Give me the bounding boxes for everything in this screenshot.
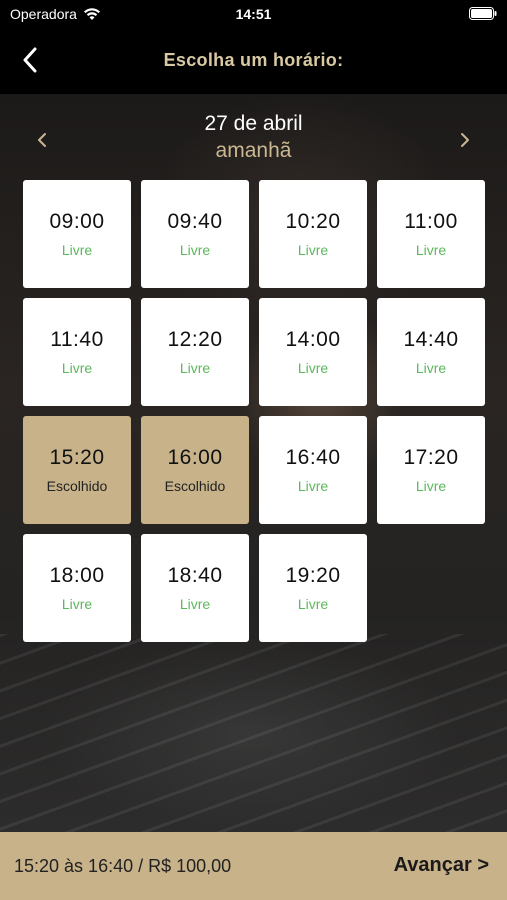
slot-time: 10:20 (285, 210, 341, 233)
slot-time: 09:40 (167, 210, 223, 233)
slot-status: Escolhido (46, 478, 108, 494)
date-label: 27 de abril (204, 112, 303, 135)
navigation-bar: Escolha um horário: (0, 28, 507, 94)
time-slot[interactable]: 16:00 Escolhido (141, 416, 249, 524)
slot-time: 19:20 (285, 564, 341, 587)
status-bar: Operadora 14:51 (0, 0, 507, 28)
slot-status: Livre (61, 596, 93, 612)
slot-time: 11:40 (50, 328, 104, 351)
booking-summary: 15:20 às 16:40 / R$ 100,00 (14, 856, 232, 876)
slot-time: 16:00 (167, 446, 223, 469)
time-slot[interactable]: 18:40 Livre (141, 534, 249, 642)
date-selector: 27 de abril amanhã (0, 112, 507, 168)
date-relative-label: amanhã (215, 139, 292, 162)
booking-summary-bar: 15:20 às 16:40 / R$ 100,00 Avançar > (0, 832, 507, 900)
time-slot[interactable]: 09:00 Livre (23, 180, 131, 288)
time-slot[interactable]: 14:40 Livre (377, 298, 485, 406)
time-slot[interactable]: 18:00 Livre (23, 534, 131, 642)
time-slot[interactable]: 19:20 Livre (259, 534, 367, 642)
battery-icon (469, 7, 497, 20)
slot-status: Livre (61, 360, 93, 376)
page-title: Escolha um horário: (163, 50, 344, 70)
time-slot[interactable]: 15:20 Escolhido (23, 416, 131, 524)
slot-status: Livre (415, 242, 447, 258)
time-slot[interactable]: 11:40 Livre (23, 298, 131, 406)
slot-status: Livre (415, 478, 447, 494)
slot-status: Livre (297, 596, 329, 612)
slot-status: Livre (297, 242, 329, 258)
slot-status: Livre (179, 242, 211, 258)
slot-status: Livre (415, 360, 447, 376)
time-slot[interactable]: 12:20 Livre (141, 298, 249, 406)
chevron-right-icon (461, 133, 469, 147)
shirt-stripes (0, 634, 507, 832)
slot-time: 14:40 (403, 328, 459, 351)
slot-time: 18:00 (49, 564, 105, 587)
advance-button[interactable]: Avançar > (394, 854, 489, 877)
time-slot[interactable]: 17:20 Livre (377, 416, 485, 524)
slot-time: 15:20 (49, 446, 105, 469)
slot-time: 17:20 (403, 446, 459, 469)
time-slot[interactable]: 10:20 Livre (259, 180, 367, 288)
time-slot[interactable]: 09:40 Livre (141, 180, 249, 288)
slot-status: Livre (179, 596, 211, 612)
slot-time: 12:20 (167, 328, 223, 351)
time-slot[interactable]: 16:40 Livre (259, 416, 367, 524)
slot-time: 14:00 (285, 328, 341, 351)
slot-status: Livre (61, 242, 93, 258)
next-day-button[interactable] (453, 128, 477, 152)
slot-status: Livre (297, 360, 329, 376)
slot-time: 18:40 (167, 564, 223, 587)
slot-time: 16:40 (285, 446, 341, 469)
time-slot-grid: 09:00 Livre 09:40 Livre 10:20 Livre 11:00 Livre… (23, 180, 485, 642)
slot-status: Livre (179, 360, 211, 376)
slot-status: Escolhido (164, 478, 226, 494)
status-time: 14:51 (235, 6, 272, 22)
slot-status: Livre (297, 478, 329, 494)
slot-time: 11:00 (404, 210, 458, 233)
slot-time: 09:00 (49, 210, 105, 233)
time-slot[interactable]: 14:00 Livre (259, 298, 367, 406)
time-slot[interactable]: 11:00 Livre (377, 180, 485, 288)
